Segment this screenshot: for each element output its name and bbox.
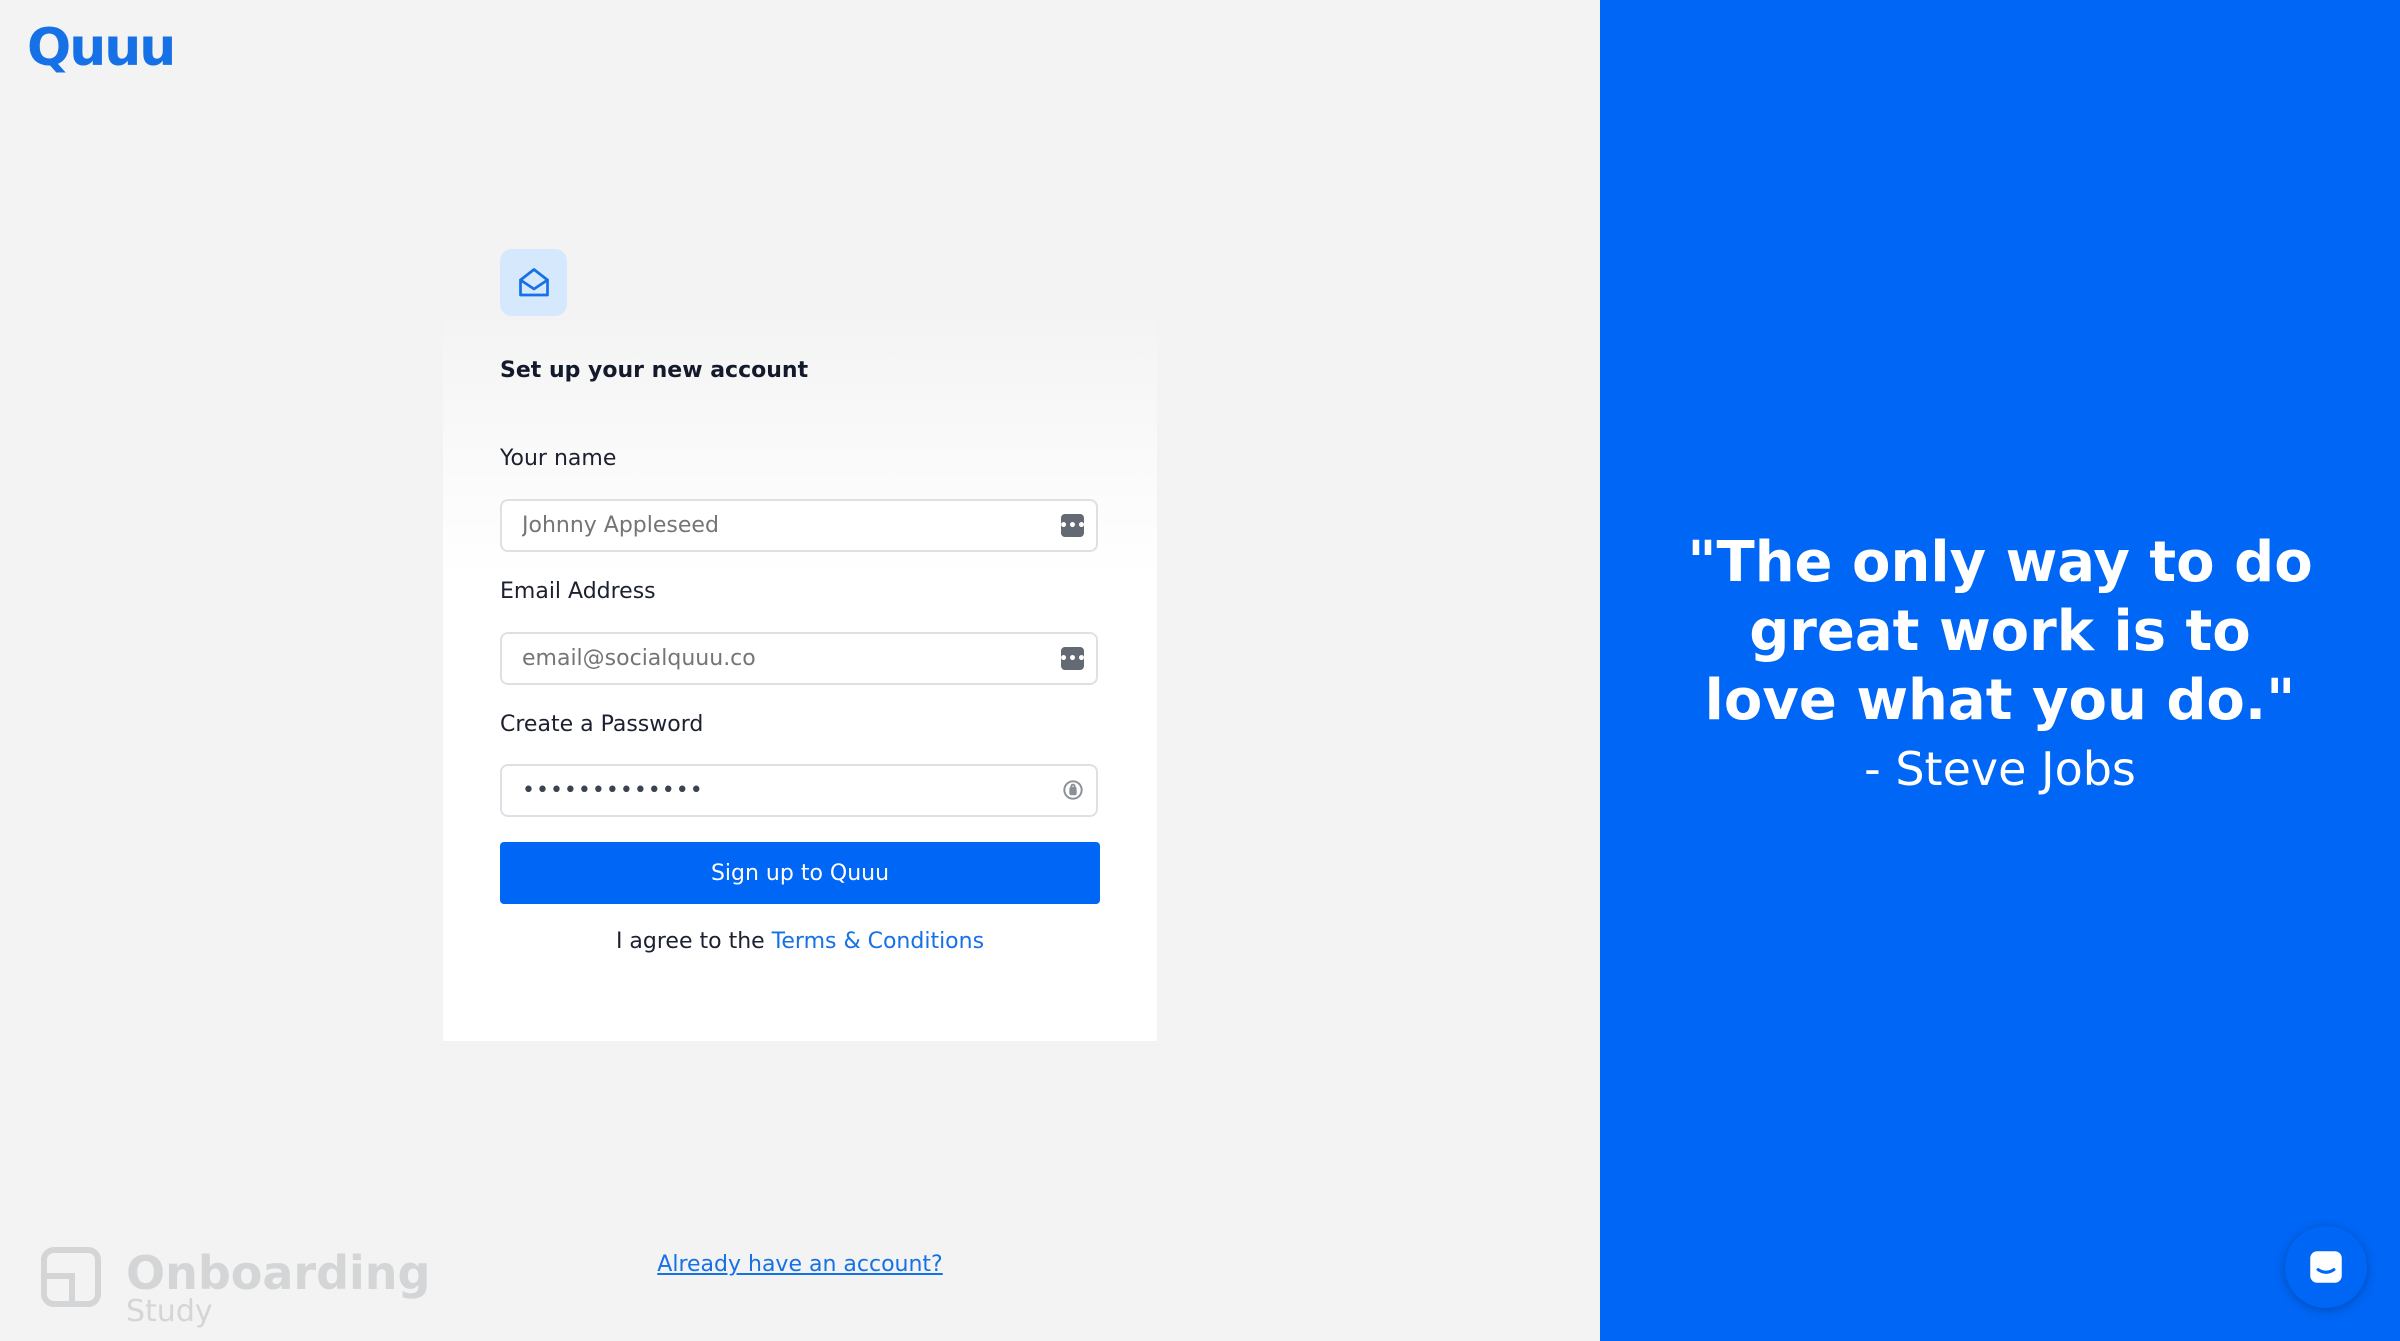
quote-text: "The only way to do great work is to lov… [1687,530,2313,733]
name-input[interactable] [522,501,1042,550]
terms-link[interactable]: Terms & Conditions [772,929,984,954]
email-field-wrapper: ••• [500,632,1098,685]
envelope-open-icon [500,249,567,316]
signup-button[interactable]: Sign up to Quuu [500,842,1100,904]
quote-author: - Steve Jobs [1864,742,2136,796]
password-input[interactable] [522,766,1042,815]
name-label: Your name [500,446,617,471]
quuu-logo[interactable]: Quuu [27,18,176,78]
login-link[interactable]: Already have an account? [500,1252,1100,1277]
password-manager-icon[interactable]: ••• [1059,647,1086,670]
watermark-logo-icon [41,1247,101,1307]
key-icon[interactable] [1060,777,1086,803]
watermark-subtitle: Study [126,1294,213,1329]
onboarding-study-watermark: Onboarding Study [40,1246,430,1329]
email-input[interactable] [522,634,1042,683]
password-field-wrapper [500,764,1098,817]
password-manager-icon[interactable]: ••• [1059,514,1086,537]
email-label: Email Address [500,579,656,604]
agree-text: I agree to the [615,929,772,954]
chat-icon [2310,1251,2342,1283]
password-label: Create a Password [500,712,704,737]
watermark-title: Onboarding [126,1246,431,1300]
name-field-wrapper: ••• [500,499,1098,552]
form-title: Set up your new account [500,358,809,383]
chat-button[interactable] [2285,1226,2367,1308]
terms-agreement: I agree to the Terms & Conditions [500,929,1100,954]
